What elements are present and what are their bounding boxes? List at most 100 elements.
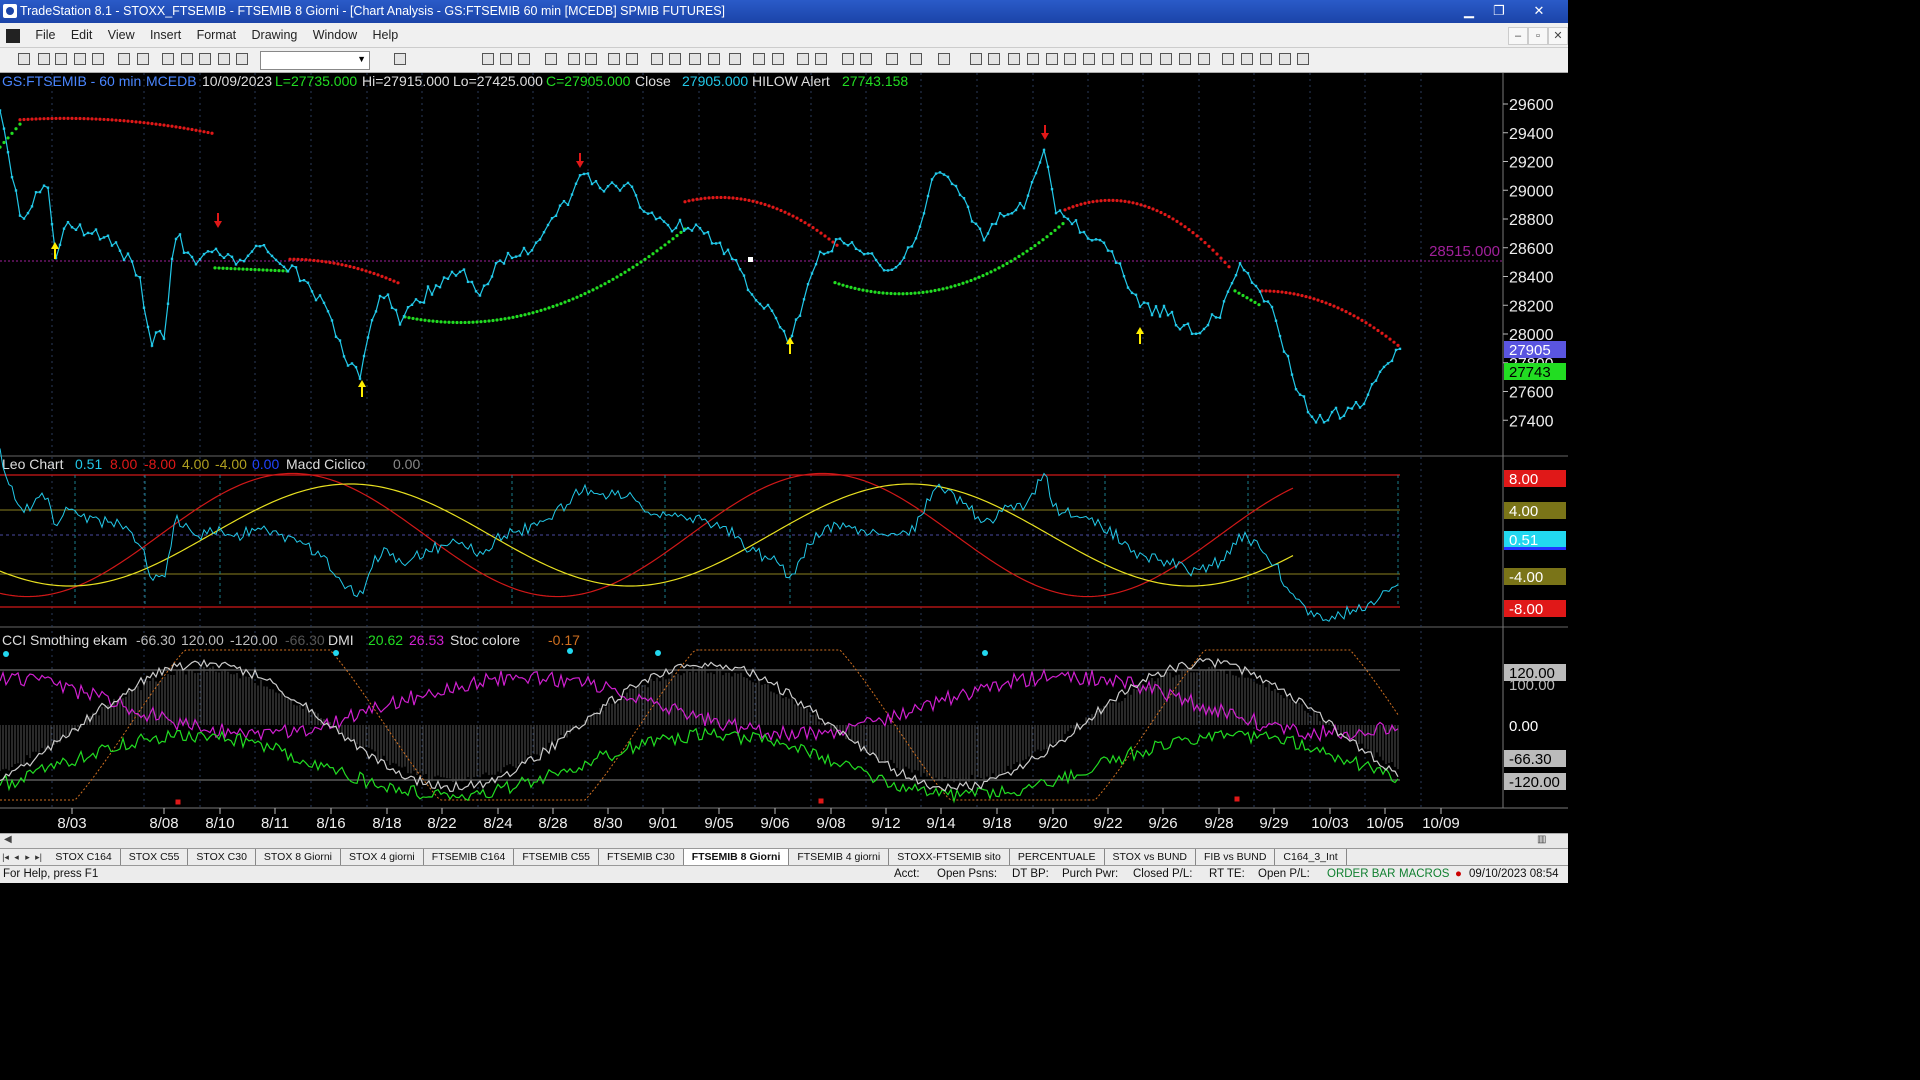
- trailing-stop-dot: [937, 288, 941, 292]
- tab-3[interactable]: STOX 8 Giorni: [256, 849, 342, 865]
- tab-5[interactable]: FTSEMIB C164: [424, 849, 515, 865]
- toolbar-tool-icon[interactable]: [815, 53, 827, 65]
- toolbar-tool-icon[interactable]: [118, 53, 130, 65]
- chart-svg[interactable]: 29600 29400 29200 29000 28800 28600 28400 28200…: [0, 73, 1568, 833]
- menu-format[interactable]: Format: [191, 23, 243, 47]
- scroll-thumb-icon[interactable]: ▥: [1537, 834, 1546, 845]
- toolbar-tool-icon[interactable]: [181, 53, 193, 65]
- toolbar-tool-icon[interactable]: [608, 53, 620, 65]
- toolbar-tool-icon[interactable]: [651, 53, 663, 65]
- toolbar-tool-icon[interactable]: [1198, 53, 1210, 65]
- close-button[interactable]: ✕: [1522, 0, 1556, 22]
- tab-11[interactable]: PERCENTUALE: [1010, 849, 1105, 865]
- menu-insert[interactable]: Insert: [144, 23, 187, 47]
- toolbar-tool-icon[interactable]: [162, 53, 174, 65]
- toolbar-tool-icon[interactable]: [708, 53, 720, 65]
- toolbar-tool-icon[interactable]: [886, 53, 898, 65]
- toolbar-tool-icon[interactable]: [1064, 53, 1076, 65]
- toolbar-tool-icon[interactable]: [1046, 53, 1058, 65]
- toolbar-tool-icon[interactable]: [1083, 53, 1095, 65]
- toolbar-tool-icon[interactable]: [842, 53, 854, 65]
- menu-help[interactable]: Help: [367, 23, 405, 47]
- toolbar-tool-icon[interactable]: [1179, 53, 1191, 65]
- toolbar-tool-icon[interactable]: [797, 53, 809, 65]
- tab-0[interactable]: STOX C164: [47, 849, 121, 865]
- toolbar-tool-icon[interactable]: [1241, 53, 1253, 65]
- trailing-stop-dot: [707, 196, 711, 200]
- tab-10[interactable]: STOXX-FTSEMIB sito: [889, 849, 1010, 865]
- toolbar-tool-icon[interactable]: [199, 53, 211, 65]
- toolbar-tool-icon[interactable]: [218, 53, 230, 65]
- toolbar-tool-icon[interactable]: [55, 53, 67, 65]
- tab-12[interactable]: STOX vs BUND: [1105, 849, 1196, 865]
- toolbar-tool-icon[interactable]: [753, 53, 765, 65]
- tab-4[interactable]: STOX 4 giorni: [341, 849, 424, 865]
- toolbar-tool-icon[interactable]: [568, 53, 580, 65]
- mdi-restore-button[interactable]: ▫: [1528, 27, 1548, 45]
- menu-edit[interactable]: Edit: [65, 23, 99, 47]
- toolbar-tool-icon[interactable]: [38, 53, 50, 65]
- toolbar-tool-icon[interactable]: [1027, 53, 1039, 65]
- toolbar-tool-icon[interactable]: [92, 53, 104, 65]
- mdi-minimize-button[interactable]: –: [1508, 27, 1528, 45]
- tab-14[interactable]: C164_3_Int: [1275, 849, 1347, 865]
- toolbar-tool-icon[interactable]: [1121, 53, 1133, 65]
- menu-file[interactable]: File: [29, 23, 61, 47]
- tab-6[interactable]: FTSEMIB C55: [514, 849, 599, 865]
- toolbar-tool-icon[interactable]: [1140, 53, 1152, 65]
- macros-button[interactable]: MACROS: [1399, 866, 1449, 883]
- tab-2[interactable]: STOX C30: [188, 849, 256, 865]
- toolbar-tool-icon[interactable]: [938, 53, 950, 65]
- toolbar-tool-icon[interactable]: [860, 53, 872, 65]
- scroll-left-icon[interactable]: ◀: [4, 834, 12, 845]
- title-bar[interactable]: TradeStation 8.1 - STOXX_FTSEMIB - FTSEM…: [0, 0, 1568, 23]
- tab-last-icon[interactable]: ▸|: [33, 852, 44, 863]
- price-point: [870, 252, 874, 255]
- toolbar-tool-icon[interactable]: [1297, 53, 1309, 65]
- symbol-dropdown[interactable]: ▼: [260, 51, 370, 70]
- menu-view[interactable]: View: [102, 23, 141, 47]
- tab-first-icon[interactable]: |◂: [0, 852, 11, 863]
- tab-7[interactable]: FTSEMIB C30: [599, 849, 684, 865]
- chart-area[interactable]: 29600 29400 29200 29000 28800 28600 28400 28200…: [0, 73, 1568, 833]
- tab-9[interactable]: FTSEMIB 4 giorni: [789, 849, 890, 865]
- toolbar-tool-icon[interactable]: [394, 53, 406, 65]
- chart-window-icon[interactable]: [6, 28, 20, 43]
- order-bar-button[interactable]: ORDER BAR: [1327, 866, 1395, 883]
- toolbar-tool-icon[interactable]: [1160, 53, 1172, 65]
- toolbar-tool-icon[interactable]: [1279, 53, 1291, 65]
- tab-next-icon[interactable]: ▸: [22, 852, 33, 863]
- tab-13[interactable]: FIB vs BUND: [1196, 849, 1276, 865]
- toolbar-tool-icon[interactable]: [1260, 53, 1272, 65]
- toolbar-tool-icon[interactable]: [518, 53, 530, 65]
- toolbar-tool-icon[interactable]: [910, 53, 922, 65]
- minimize-button[interactable]: ▁: [1454, 0, 1484, 22]
- toolbar-tool-icon[interactable]: [1008, 53, 1020, 65]
- tab-1[interactable]: STOX C55: [121, 849, 189, 865]
- toolbar-tool-icon[interactable]: [772, 53, 784, 65]
- toolbar-tool-icon[interactable]: [669, 53, 681, 65]
- toolbar-tool-icon[interactable]: [729, 53, 741, 65]
- toolbar-tool-icon[interactable]: [137, 53, 149, 65]
- menu-drawing[interactable]: Drawing: [246, 23, 304, 47]
- toolbar-tool-icon[interactable]: [626, 53, 638, 65]
- toolbar-tool-icon[interactable]: [482, 53, 494, 65]
- toolbar-tool-icon[interactable]: [988, 53, 1000, 65]
- toolbar-tool-icon[interactable]: [545, 53, 557, 65]
- toolbar-tool-icon[interactable]: [236, 53, 248, 65]
- toolbar-tool-icon[interactable]: [689, 53, 701, 65]
- toolbar-tool-icon[interactable]: [1102, 53, 1114, 65]
- toolbar-tool-icon[interactable]: [74, 53, 86, 65]
- maximize-button[interactable]: ❐: [1484, 0, 1514, 22]
- toolbar-tool-icon[interactable]: [970, 53, 982, 65]
- horizontal-scrollbar[interactable]: ◀ ▥: [0, 833, 1568, 849]
- toolbar-tool-icon[interactable]: [18, 53, 30, 65]
- toolbar-tool-icon[interactable]: [585, 53, 597, 65]
- toolbar-tool-icon[interactable]: [1222, 53, 1234, 65]
- menu-window[interactable]: Window: [307, 23, 363, 47]
- mdi-close-button[interactable]: ✕: [1548, 27, 1568, 45]
- trailing-stop-dot: [667, 240, 671, 244]
- tab-prev-icon[interactable]: ◂: [11, 852, 22, 863]
- tab-8[interactable]: FTSEMIB 8 Giorni: [683, 849, 790, 865]
- toolbar-tool-icon[interactable]: [500, 53, 512, 65]
